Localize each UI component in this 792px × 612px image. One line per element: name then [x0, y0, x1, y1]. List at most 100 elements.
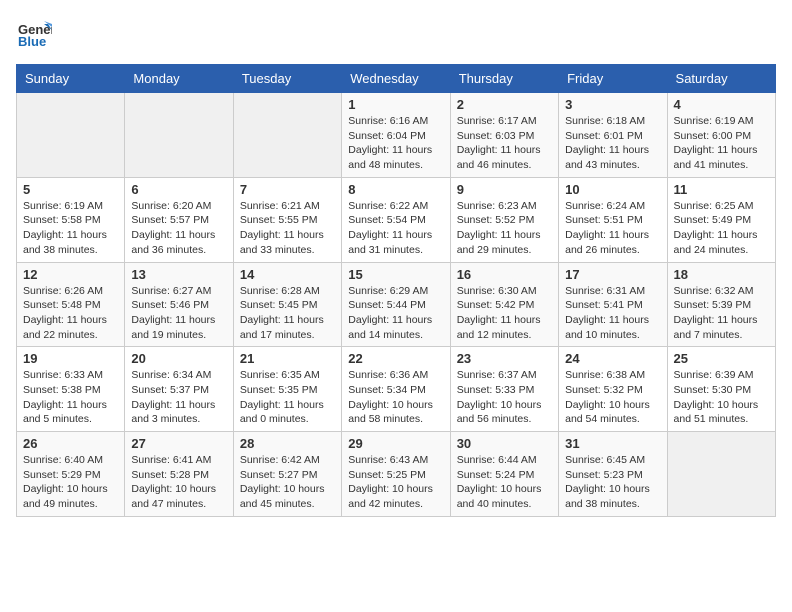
day-info: Sunrise: 6:21 AM Sunset: 5:55 PM Dayligh…: [240, 199, 335, 258]
day-info: Sunrise: 6:35 AM Sunset: 5:35 PM Dayligh…: [240, 368, 335, 427]
day-info: Sunrise: 6:39 AM Sunset: 5:30 PM Dayligh…: [674, 368, 769, 427]
day-info: Sunrise: 6:28 AM Sunset: 5:45 PM Dayligh…: [240, 284, 335, 343]
day-info: Sunrise: 6:43 AM Sunset: 5:25 PM Dayligh…: [348, 453, 443, 512]
calendar-cell: 5 Sunrise: 6:19 AM Sunset: 5:58 PM Daylig…: [17, 177, 125, 262]
day-info: Sunrise: 6:32 AM Sunset: 5:39 PM Dayligh…: [674, 284, 769, 343]
day-info: Sunrise: 6:19 AM Sunset: 6:00 PM Dayligh…: [674, 114, 769, 173]
day-info: Sunrise: 6:44 AM Sunset: 5:24 PM Dayligh…: [457, 453, 552, 512]
day-number: 2: [457, 97, 552, 112]
day-info: Sunrise: 6:31 AM Sunset: 5:41 PM Dayligh…: [565, 284, 660, 343]
day-info: Sunrise: 6:24 AM Sunset: 5:51 PM Dayligh…: [565, 199, 660, 258]
calendar-cell: 14 Sunrise: 6:28 AM Sunset: 5:45 PM Dayli…: [233, 262, 341, 347]
day-number: 3: [565, 97, 660, 112]
day-number: 11: [674, 182, 769, 197]
calendar-cell: [17, 93, 125, 178]
page-header: General Blue: [16, 16, 776, 52]
day-info: Sunrise: 6:34 AM Sunset: 5:37 PM Dayligh…: [131, 368, 226, 427]
day-number: 6: [131, 182, 226, 197]
day-number: 4: [674, 97, 769, 112]
day-number: 23: [457, 351, 552, 366]
day-info: Sunrise: 6:33 AM Sunset: 5:38 PM Dayligh…: [23, 368, 118, 427]
calendar-cell: [125, 93, 233, 178]
logo-icon: General Blue: [16, 16, 52, 52]
day-number: 13: [131, 267, 226, 282]
calendar-cell: 29 Sunrise: 6:43 AM Sunset: 5:25 PM Dayli…: [342, 432, 450, 517]
calendar-cell: 24 Sunrise: 6:38 AM Sunset: 5:32 PM Dayli…: [559, 347, 667, 432]
day-info: Sunrise: 6:16 AM Sunset: 6:04 PM Dayligh…: [348, 114, 443, 173]
day-info: Sunrise: 6:41 AM Sunset: 5:28 PM Dayligh…: [131, 453, 226, 512]
day-number: 20: [131, 351, 226, 366]
day-info: Sunrise: 6:45 AM Sunset: 5:23 PM Dayligh…: [565, 453, 660, 512]
day-number: 21: [240, 351, 335, 366]
day-number: 1: [348, 97, 443, 112]
day-number: 12: [23, 267, 118, 282]
day-info: Sunrise: 6:27 AM Sunset: 5:46 PM Dayligh…: [131, 284, 226, 343]
day-number: 7: [240, 182, 335, 197]
calendar-cell: 19 Sunrise: 6:33 AM Sunset: 5:38 PM Dayli…: [17, 347, 125, 432]
calendar-cell: [233, 93, 341, 178]
calendar-cell: 20 Sunrise: 6:34 AM Sunset: 5:37 PM Dayli…: [125, 347, 233, 432]
calendar-cell: 15 Sunrise: 6:29 AM Sunset: 5:44 PM Dayli…: [342, 262, 450, 347]
day-number: 19: [23, 351, 118, 366]
day-number: 10: [565, 182, 660, 197]
calendar-cell: 30 Sunrise: 6:44 AM Sunset: 5:24 PM Dayli…: [450, 432, 558, 517]
calendar-week-row: 5 Sunrise: 6:19 AM Sunset: 5:58 PM Daylig…: [17, 177, 776, 262]
calendar-cell: 6Sunrise: 6:20 AM Sunset: 5:57 PM Daylig…: [125, 177, 233, 262]
weekday-row: SundayMondayTuesdayWednesdayThursdayFrid…: [17, 65, 776, 93]
weekday-header: Thursday: [450, 65, 558, 93]
calendar-cell: 28Sunrise: 6:42 AM Sunset: 5:27 PM Dayli…: [233, 432, 341, 517]
weekday-header: Monday: [125, 65, 233, 93]
calendar-cell: 8Sunrise: 6:22 AM Sunset: 5:54 PM Daylig…: [342, 177, 450, 262]
day-info: Sunrise: 6:23 AM Sunset: 5:52 PM Dayligh…: [457, 199, 552, 258]
calendar-cell: 17 Sunrise: 6:31 AM Sunset: 5:41 PM Dayli…: [559, 262, 667, 347]
calendar-table: SundayMondayTuesdayWednesdayThursdayFrid…: [16, 64, 776, 517]
weekday-header: Sunday: [17, 65, 125, 93]
day-info: Sunrise: 6:17 AM Sunset: 6:03 PM Dayligh…: [457, 114, 552, 173]
calendar-cell: 31 Sunrise: 6:45 AM Sunset: 5:23 PM Dayli…: [559, 432, 667, 517]
calendar-cell: [667, 432, 775, 517]
day-info: Sunrise: 6:25 AM Sunset: 5:49 PM Dayligh…: [674, 199, 769, 258]
calendar-cell: 21 Sunrise: 6:35 AM Sunset: 5:35 PM Dayli…: [233, 347, 341, 432]
calendar-cell: 13 Sunrise: 6:27 AM Sunset: 5:46 PM Dayli…: [125, 262, 233, 347]
day-number: 5: [23, 182, 118, 197]
day-number: 29: [348, 436, 443, 451]
day-info: Sunrise: 6:36 AM Sunset: 5:34 PM Dayligh…: [348, 368, 443, 427]
logo: General Blue: [16, 16, 56, 52]
day-info: Sunrise: 6:18 AM Sunset: 6:01 PM Dayligh…: [565, 114, 660, 173]
calendar-cell: 1 Sunrise: 6:16 AM Sunset: 6:04 PM Daylig…: [342, 93, 450, 178]
day-number: 27: [131, 436, 226, 451]
day-info: Sunrise: 6:42 AM Sunset: 5:27 PM Dayligh…: [240, 453, 335, 512]
weekday-header: Tuesday: [233, 65, 341, 93]
day-info: Sunrise: 6:19 AM Sunset: 5:58 PM Dayligh…: [23, 199, 118, 258]
day-number: 8: [348, 182, 443, 197]
calendar-cell: 26 Sunrise: 6:40 AM Sunset: 5:29 PM Dayli…: [17, 432, 125, 517]
day-number: 18: [674, 267, 769, 282]
calendar-week-row: 1 Sunrise: 6:16 AM Sunset: 6:04 PM Daylig…: [17, 93, 776, 178]
calendar-cell: 23 Sunrise: 6:37 AM Sunset: 5:33 PM Dayli…: [450, 347, 558, 432]
day-number: 24: [565, 351, 660, 366]
calendar-cell: 3 Sunrise: 6:18 AM Sunset: 6:01 PM Daylig…: [559, 93, 667, 178]
day-number: 30: [457, 436, 552, 451]
calendar-cell: 11 Sunrise: 6:25 AM Sunset: 5:49 PM Dayli…: [667, 177, 775, 262]
day-number: 26: [23, 436, 118, 451]
calendar-week-row: 26 Sunrise: 6:40 AM Sunset: 5:29 PM Dayli…: [17, 432, 776, 517]
day-number: 25: [674, 351, 769, 366]
day-number: 15: [348, 267, 443, 282]
weekday-header: Friday: [559, 65, 667, 93]
day-info: Sunrise: 6:37 AM Sunset: 5:33 PM Dayligh…: [457, 368, 552, 427]
day-info: Sunrise: 6:26 AM Sunset: 5:48 PM Dayligh…: [23, 284, 118, 343]
day-number: 31: [565, 436, 660, 451]
day-number: 16: [457, 267, 552, 282]
calendar-cell: 12 Sunrise: 6:26 AM Sunset: 5:48 PM Dayli…: [17, 262, 125, 347]
day-info: Sunrise: 6:40 AM Sunset: 5:29 PM Dayligh…: [23, 453, 118, 512]
calendar-week-row: 19 Sunrise: 6:33 AM Sunset: 5:38 PM Dayli…: [17, 347, 776, 432]
day-info: Sunrise: 6:29 AM Sunset: 5:44 PM Dayligh…: [348, 284, 443, 343]
calendar-header: SundayMondayTuesdayWednesdayThursdayFrid…: [17, 65, 776, 93]
day-info: Sunrise: 6:38 AM Sunset: 5:32 PM Dayligh…: [565, 368, 660, 427]
day-number: 14: [240, 267, 335, 282]
calendar-cell: 25 Sunrise: 6:39 AM Sunset: 5:30 PM Dayli…: [667, 347, 775, 432]
day-number: 17: [565, 267, 660, 282]
calendar-cell: 22Sunrise: 6:36 AM Sunset: 5:34 PM Dayli…: [342, 347, 450, 432]
calendar-week-row: 12 Sunrise: 6:26 AM Sunset: 5:48 PM Dayli…: [17, 262, 776, 347]
calendar-cell: 4 Sunrise: 6:19 AM Sunset: 6:00 PM Daylig…: [667, 93, 775, 178]
